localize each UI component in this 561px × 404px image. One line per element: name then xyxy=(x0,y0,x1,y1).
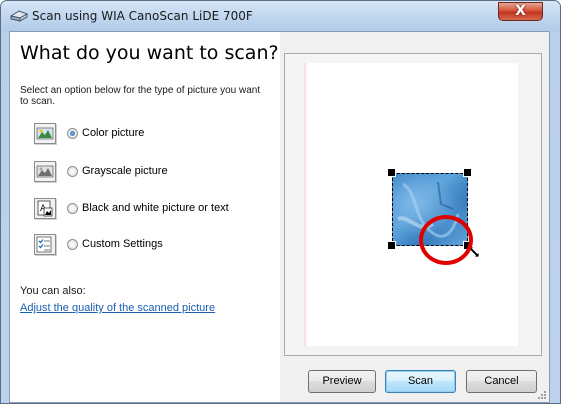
black-white-picture-icon[interactable]: A xyxy=(34,198,56,219)
option-black-white-picture[interactable]: A Black and white picture or text xyxy=(20,198,260,220)
grayscale-picture-icon[interactable] xyxy=(34,161,56,182)
scanner-icon xyxy=(10,10,28,22)
title-bar[interactable]: Scan using WIA CanoScan LiDE 700F X xyxy=(1,1,560,31)
close-button[interactable]: X xyxy=(498,2,543,21)
cancel-button[interactable]: Cancel xyxy=(466,370,537,393)
dialog-client-area: What do you want to scan? Select an opti… xyxy=(9,31,550,403)
option-label: Grayscale picture xyxy=(82,165,168,177)
option-label: Black and white picture or text xyxy=(82,202,229,214)
crop-handle-top-right[interactable] xyxy=(463,168,472,177)
page-title: What do you want to scan? xyxy=(20,42,279,64)
instruction-text: Select an option below for the type of p… xyxy=(20,85,261,107)
resize-grip-icon[interactable] xyxy=(537,390,547,400)
crop-handle-top-left[interactable] xyxy=(387,168,396,177)
custom-settings-icon[interactable] xyxy=(34,234,56,255)
adjust-quality-link[interactable]: Adjust the quality of the scanned pictur… xyxy=(20,302,215,314)
black-white-picture-radio[interactable] xyxy=(67,203,78,214)
grayscale-picture-radio[interactable] xyxy=(67,166,78,177)
close-icon: X xyxy=(515,3,526,19)
scan-type-panel: What do you want to scan? Select an opti… xyxy=(10,32,280,402)
scan-preview-area[interactable] xyxy=(284,53,542,356)
option-color-picture[interactable]: Color picture xyxy=(20,123,260,145)
preview-page xyxy=(304,63,518,346)
you-can-also-label: You can also: xyxy=(20,285,86,297)
option-label: Custom Settings xyxy=(82,238,163,250)
color-picture-radio[interactable] xyxy=(67,128,78,139)
option-grayscale-picture[interactable]: Grayscale picture xyxy=(20,161,260,183)
annotation-highlight-circle xyxy=(419,215,473,265)
scan-button[interactable]: Scan xyxy=(385,370,456,393)
option-label: Color picture xyxy=(82,127,145,139)
custom-settings-radio[interactable] xyxy=(67,239,78,250)
crop-handle-bottom-left[interactable] xyxy=(387,241,396,250)
color-picture-icon[interactable] xyxy=(34,123,56,144)
scan-dialog-window: Scan using WIA CanoScan LiDE 700F X What… xyxy=(0,0,561,404)
window-title: Scan using WIA CanoScan LiDE 700F xyxy=(32,9,253,23)
option-custom-settings[interactable]: Custom Settings xyxy=(20,234,260,256)
preview-button[interactable]: Preview xyxy=(308,370,376,393)
